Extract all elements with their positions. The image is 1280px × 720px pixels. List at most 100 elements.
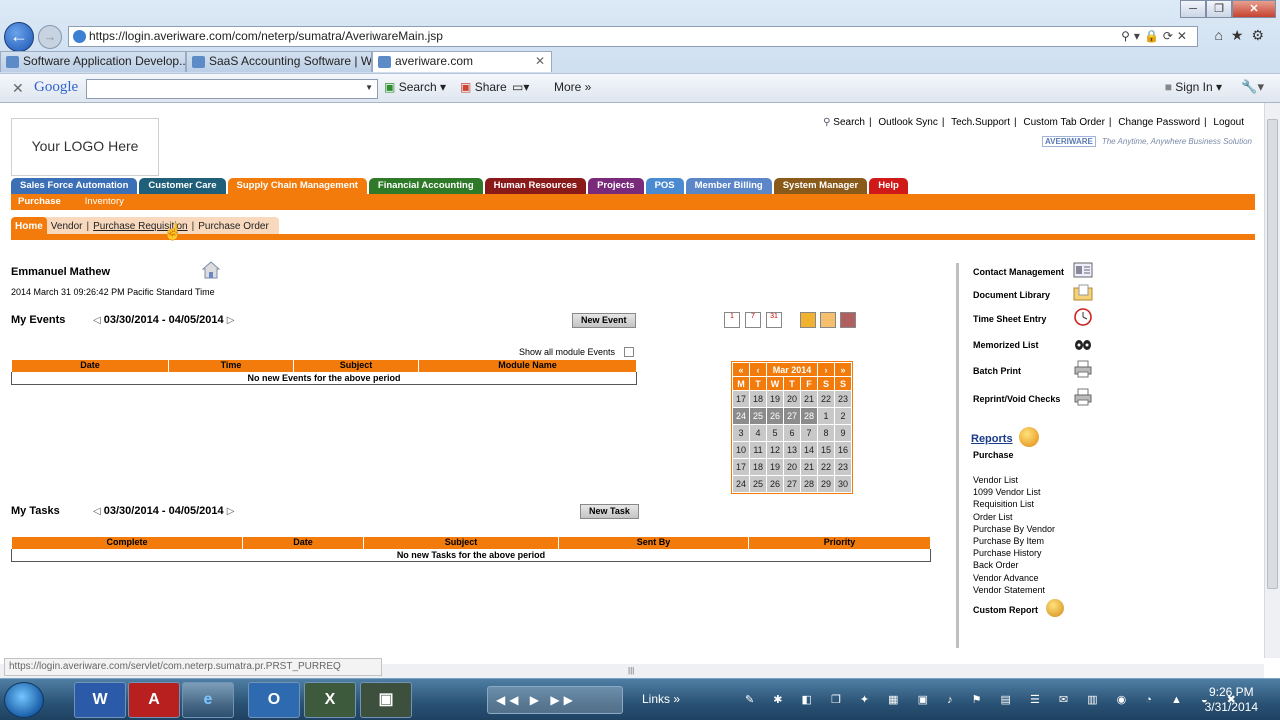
scrollbar-thumb[interactable] [1267,119,1278,589]
report-1099-vendor-list[interactable]: 1099 Vendor List [973,486,1055,498]
share-button[interactable]: ▣ Share [460,80,507,94]
calendar-day[interactable]: 20 [783,390,801,408]
tab-member-billing[interactable]: Member Billing [685,178,772,194]
sign-in-button[interactable]: ■ Sign In ▾ [1165,80,1222,94]
prev-month-button[interactable]: ‹ [749,362,767,377]
calendar-day[interactable]: 8 [817,424,835,442]
report-order-list[interactable]: Order List [973,511,1055,523]
calendar-day[interactable]: 12 [766,441,784,459]
vertical-scrollbar[interactable] [1264,103,1280,658]
next-period-icon[interactable]: ▷ [227,315,235,326]
nav-tab-vendor[interactable]: Vendor [47,221,87,232]
calendar-day[interactable]: 16 [834,441,852,459]
calendar-day[interactable]: 30 [834,475,852,493]
report-vendor-advance[interactable]: Vendor Advance [973,572,1055,584]
minimize-button[interactable]: ─ [1180,0,1206,18]
new-event-button[interactable]: New Event [572,313,636,328]
agenda-icon[interactable] [840,312,856,328]
calendar-day[interactable]: 26 [766,407,784,425]
col-subject[interactable]: Subject [293,359,419,372]
report-vendor-list[interactable]: Vendor List [973,474,1055,486]
chevron-down-icon[interactable]: ▼ [365,83,373,92]
calendar-day[interactable]: 17 [732,458,750,476]
close-toolbar-icon[interactable]: ✕ [12,80,24,97]
taskbar-links[interactable]: Links » [642,692,680,706]
calendar-day[interactable]: 25 [749,475,767,493]
address-tools[interactable]: ⚲▾🔒⟳✕ [1121,27,1191,46]
calendar-day[interactable]: 26 [766,475,784,493]
more-button[interactable]: More » [554,80,591,94]
reports-heading[interactable]: Reports [971,427,1039,447]
calendar-day[interactable]: 17 [732,390,750,408]
tab-pos[interactable]: POS [645,178,684,194]
calendar-day[interactable]: 20 [783,458,801,476]
report-back-order[interactable]: Back Order [973,559,1055,571]
calendar-day[interactable]: 23 [834,458,852,476]
calendar-day[interactable]: 19 [766,458,784,476]
tab-supply-chain-management[interactable]: Supply Chain Management [227,178,367,194]
tab-projects[interactable]: Projects [588,178,644,194]
calendar-day[interactable]: 9 [834,424,852,442]
browser-tab[interactable]: Software Application Develop... [0,51,186,72]
calendar-day[interactable]: 7 [800,424,818,442]
calendar-day[interactable]: 28 [800,407,818,425]
forward-button[interactable]: → [38,25,62,49]
maximize-button[interactable]: ❐ [1206,0,1232,18]
calendar-day[interactable]: 18 [749,390,767,408]
calendar-day[interactable]: 1 [817,407,835,425]
address-bar[interactable]: https://login.averiware.com/com/neterp/s… [68,26,1198,47]
start-button[interactable] [4,682,44,718]
top-link-change-password[interactable]: Change Password [1118,117,1200,128]
report-purchase-history[interactable]: Purchase History [973,547,1055,559]
calendar-day[interactable]: 5 [766,424,784,442]
week-view-icon[interactable]: 7 [745,312,761,328]
calendar-day[interactable]: 24 [732,475,750,493]
calendar-day[interactable]: 10 [732,441,750,459]
col-date[interactable]: Date [242,536,364,549]
system-tray-icons[interactable]: ✎ ✱ ◧ ❐ ✦ ▦ ▣ ♪ ⚑ ▤ ☰ ✉ ▥ ◉ ◔ ▲ ◒ ✖ [745,693,1244,706]
close-tab-icon[interactable]: ✕ [535,52,545,71]
calendar-day[interactable]: 4 [749,424,767,442]
submodule-purchase[interactable]: Purchase [18,195,61,209]
calendar-day[interactable]: 19 [766,390,784,408]
tab-financial-accounting[interactable]: Financial Accounting [368,178,483,194]
calendar-day[interactable]: 27 [783,475,801,493]
next-year-button[interactable]: » [834,362,852,377]
prev-year-button[interactable]: « [732,362,750,377]
taskbar-excel[interactable]: X [304,682,356,718]
calendar-day[interactable]: 21 [800,390,818,408]
col-date[interactable]: Date [11,359,169,372]
top-link-search[interactable]: Search [833,117,865,128]
google-search-button[interactable]: ▣ Search ▾ [384,80,446,94]
taskbar-internet-explorer[interactable]: e [182,682,234,718]
calendar-day[interactable]: 27 [783,407,801,425]
day-view-icon[interactable]: 1 [724,312,740,328]
taskbar-outlook[interactable]: O [248,682,300,718]
col-priority[interactable]: Priority [748,536,931,549]
link-time-sheet-entry[interactable]: Time Sheet Entry [973,308,1092,326]
custom-report-link[interactable]: Custom Report [973,599,1064,617]
calendar-day[interactable]: 25 [749,407,767,425]
col-subject[interactable]: Subject [363,536,559,549]
browser-tab[interactable]: SaaS Accounting Software | W... [186,51,372,72]
calendar-day[interactable]: 3 [732,424,750,442]
google-search-input[interactable]: ▼ [86,79,378,99]
tab-customer-care[interactable]: Customer Care [139,178,226,194]
calendar-day[interactable]: 21 [800,458,818,476]
report-purchase-by-vendor[interactable]: Purchase By Vendor [973,523,1055,535]
next-period-icon[interactable]: ▷ [227,506,235,517]
top-link-tech-support[interactable]: Tech.Support [951,117,1010,128]
calendar-day[interactable]: 28 [800,475,818,493]
reminder-icon[interactable] [820,312,836,328]
report-requisition-list[interactable]: Requisition List [973,498,1055,510]
top-link-custom-tab-order[interactable]: Custom Tab Order [1023,117,1105,128]
next-month-button[interactable]: › [817,362,835,377]
calendar-day[interactable]: 14 [800,441,818,459]
report-purchase-by-item[interactable]: Purchase By Item [973,535,1055,547]
col-sent-by[interactable]: Sent By [558,536,749,549]
calendar-day[interactable]: 6 [783,424,801,442]
media-player-controls[interactable]: ◀◀ ▶ ▶▶ [487,686,623,714]
calendar-day[interactable]: 18 [749,458,767,476]
link-document-library[interactable]: Document Library [973,284,1093,301]
calendar-day[interactable]: 2 [834,407,852,425]
